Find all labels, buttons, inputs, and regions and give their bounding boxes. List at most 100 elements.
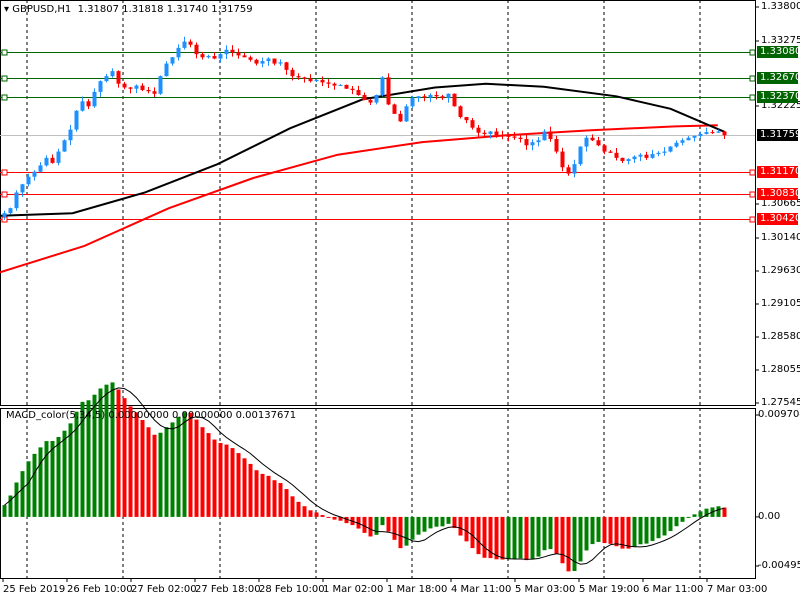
candle-body: [320, 79, 325, 83]
level-marker-left: [1, 94, 8, 101]
candle-body: [140, 85, 145, 90]
macd-histogram-bar: [608, 516, 613, 544]
candle-body: [344, 84, 349, 89]
x-tick-label: 1 Mar 02:00: [323, 584, 384, 595]
level-marker-left: [1, 75, 8, 82]
candle-body: [464, 117, 469, 121]
candle-body: [128, 87, 133, 89]
candle-body: [440, 96, 445, 99]
candle-body: [110, 71, 115, 77]
macd-histogram-bar: [656, 516, 661, 539]
macd-histogram-bar: [230, 448, 235, 517]
macd-histogram-bar: [368, 516, 373, 537]
macd-histogram-bar: [260, 473, 265, 517]
candle-body: [260, 61, 265, 64]
macd-histogram-bar: [26, 461, 31, 517]
macd-histogram-bar: [254, 470, 259, 517]
macd-histogram-bar: [506, 516, 511, 560]
macd-histogram-bar: [602, 516, 607, 544]
macd-histogram-bar: [38, 447, 43, 517]
macd-histogram-bar: [440, 516, 445, 527]
macd-histogram-bar: [500, 516, 505, 560]
candle-body: [668, 146, 673, 152]
candle-body: [458, 106, 463, 118]
macd-histogram-bar: [686, 516, 691, 518]
macd-histogram-bar: [56, 436, 61, 517]
macd-histogram-bar: [44, 441, 49, 517]
macd-histogram-bar: [212, 439, 217, 517]
candle-body: [308, 78, 313, 82]
level-marker-right: [749, 191, 756, 198]
macd-histogram-bar: [446, 516, 451, 524]
macd-histogram-bar: [536, 516, 541, 557]
candle-body: [404, 106, 409, 122]
macd-histogram-bar: [314, 512, 319, 517]
macd-histogram-bar: [218, 443, 223, 517]
macd-histogram-bar: [110, 382, 115, 517]
macd-histogram-bar: [68, 423, 73, 517]
candle-body: [698, 133, 703, 136]
macd-histogram-bar: [404, 516, 409, 546]
candle-body: [62, 140, 67, 152]
macd-histogram-bar: [572, 516, 577, 571]
chart-title: ▾ GBPUSD,H1 1.31807 1.31818 1.31740 1.31…: [4, 4, 253, 15]
level-price-tag: 1.33080: [757, 46, 800, 58]
macd-histogram-bar: [128, 406, 133, 517]
macd-histogram-bar: [374, 516, 379, 535]
level-price-tag: 1.32670: [757, 72, 800, 84]
y-tick-label: 1.33800: [761, 1, 800, 12]
candle-body: [602, 145, 607, 152]
candle-body: [452, 93, 457, 107]
candle-body: [410, 98, 415, 107]
macd-histogram-bar: [188, 412, 193, 517]
candle-body: [494, 131, 499, 136]
candle-body: [14, 192, 19, 209]
macd-histogram-bar: [494, 516, 499, 560]
candle-body: [662, 151, 667, 153]
candle-body: [506, 135, 511, 137]
x-tick-label: 5 Mar 19:00: [579, 584, 640, 595]
macd-histogram-bar: [170, 422, 175, 517]
candle-body: [74, 110, 79, 130]
candle-body: [8, 208, 13, 214]
macd-histogram-bar: [410, 516, 415, 540]
candle-body: [554, 139, 559, 152]
candle-body: [224, 49, 229, 55]
macd-histogram-bar: [590, 516, 595, 545]
macd-histogram-bar: [524, 516, 529, 561]
candle-body: [704, 132, 709, 134]
macd-histogram-bar: [614, 516, 619, 547]
macd-histogram-bar: [512, 516, 517, 559]
candle-body: [620, 157, 625, 162]
macd-histogram-bar: [194, 419, 199, 517]
macd-histogram-bar: [158, 432, 163, 517]
candle-body: [2, 213, 7, 217]
macd-histogram-bar: [386, 516, 391, 532]
candle-body: [86, 101, 91, 107]
candle-body: [314, 79, 319, 82]
macd-histogram-bar: [332, 516, 337, 520]
macd-histogram-bar: [152, 434, 157, 517]
y-tick-label: 1.28055: [761, 364, 800, 375]
candle-body: [26, 176, 31, 185]
candle-body: [500, 135, 505, 137]
macd-histogram-bar: [638, 516, 643, 545]
candle-body: [470, 120, 475, 128]
macd-histogram-bar: [428, 516, 433, 529]
candle-body: [200, 54, 205, 58]
candle-body: [122, 83, 127, 88]
macd-histogram-bar: [422, 516, 427, 532]
macd-histogram-bar: [584, 516, 589, 551]
candle-body: [104, 76, 109, 82]
candle-body: [338, 84, 343, 86]
level-marker-right: [749, 169, 756, 176]
x-tick-label: 27 Feb 02:00: [131, 584, 197, 595]
candle-body: [134, 85, 139, 89]
macd-histogram-bar: [116, 389, 121, 517]
candle-body: [692, 135, 697, 138]
macd-histogram-bar: [680, 516, 685, 522]
macd-histogram-bar: [542, 516, 547, 551]
macd-histogram-bar: [2, 505, 7, 517]
candle-body: [80, 101, 85, 111]
macd-histogram-bar: [578, 516, 583, 562]
